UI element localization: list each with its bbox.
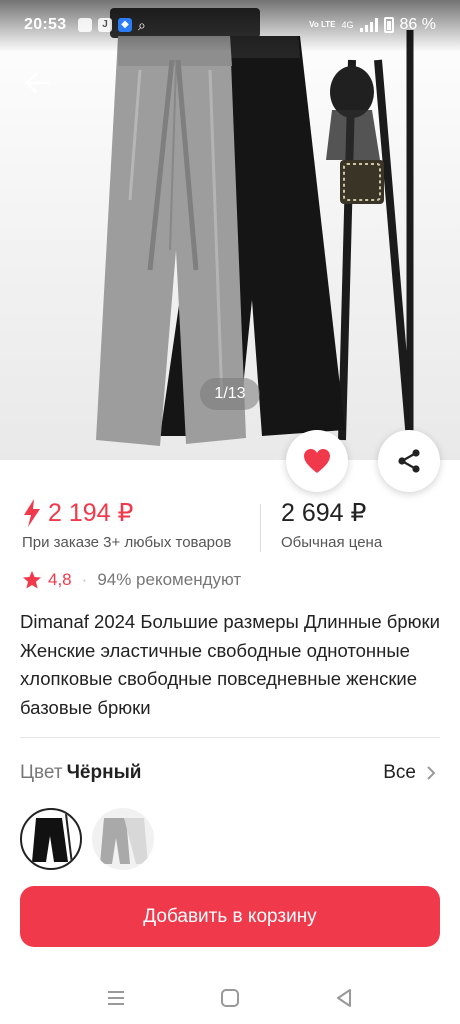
gallery-counter: 1/13 — [200, 378, 260, 410]
rating-separator: · — [81, 570, 88, 589]
nav-back-button[interactable] — [332, 986, 356, 1010]
nav-recents-button[interactable] — [104, 986, 128, 1010]
status-time: 20:53 — [24, 16, 67, 33]
gray-trousers-thumbnail — [100, 818, 148, 864]
status-right: Vo LTE 4G 86 % — [309, 16, 436, 34]
favorite-button[interactable] — [286, 430, 348, 492]
color-selector-row[interactable]: Цвет Чёрный Все — [20, 762, 440, 788]
see-all-colors-button[interactable]: Все — [383, 762, 436, 784]
see-all-label: Все — [383, 762, 416, 783]
selected-color: Чёрный — [66, 762, 142, 783]
sale-price-note: При заказе 3+ любых товаров — [22, 534, 232, 551]
battery-icon — [383, 17, 394, 33]
regular-price: 2 694 ₽ Обычная цена — [281, 498, 382, 551]
rating-score: 4,8 — [48, 570, 72, 589]
lightning-icon — [24, 499, 40, 527]
signal-icon — [359, 18, 378, 32]
regular-price-amount: 2 694 ₽ — [281, 499, 367, 527]
chevron-right-icon — [427, 766, 436, 780]
recommend-percent: 94% рекомендуют — [97, 570, 242, 589]
shield-notification-icon: ◆ — [118, 18, 132, 32]
arrow-left-icon — [25, 72, 50, 94]
star-icon — [23, 571, 41, 589]
home-square-icon — [221, 989, 239, 1007]
color-label: Цвет — [20, 762, 63, 783]
sale-price: 2 194 ₽ При заказе 3+ любых товаров — [22, 498, 231, 551]
volte-indicator: Vo LTE — [309, 20, 336, 29]
menu-icon — [108, 991, 124, 1005]
rating-row[interactable]: 4,8 · 94% рекомендуют — [22, 570, 241, 590]
regular-price-note: Обычная цена — [281, 534, 383, 551]
sale-price-amount: 2 194 ₽ — [48, 499, 134, 527]
battery-percent: 86 % — [399, 16, 436, 33]
app-notification-icon — [78, 18, 92, 32]
nav-home-button[interactable] — [218, 986, 242, 1010]
color-swatch-black[interactable] — [20, 808, 82, 870]
triangle-back-icon — [337, 989, 351, 1007]
status-bar: 20:53 J ◆ ⌕ Vo LTE 4G 86 % — [0, 0, 460, 52]
back-button[interactable] — [22, 68, 52, 98]
color-swatch-gray[interactable] — [92, 808, 154, 870]
notification-icons: J ◆ ⌕ — [78, 18, 146, 32]
share-button[interactable] — [378, 430, 440, 492]
product-title: Dimanaf 2024 Большие размеры Длинные брю… — [20, 611, 440, 718]
price-divider — [260, 504, 261, 552]
search-notification-icon: ⌕ — [138, 17, 146, 33]
divider — [20, 737, 440, 738]
j-app-notification-icon: J — [98, 18, 112, 32]
add-to-cart-button[interactable]: Добавить в корзину — [20, 886, 440, 947]
black-trousers-thumbnail — [32, 813, 73, 865]
price-block: 2 194 ₽ При заказе 3+ любых товаров 2 69… — [0, 498, 460, 556]
system-nav-bar — [0, 972, 460, 1024]
network-gen: 4G — [341, 20, 354, 30]
share-icon — [398, 449, 420, 473]
heart-icon — [304, 449, 330, 473]
